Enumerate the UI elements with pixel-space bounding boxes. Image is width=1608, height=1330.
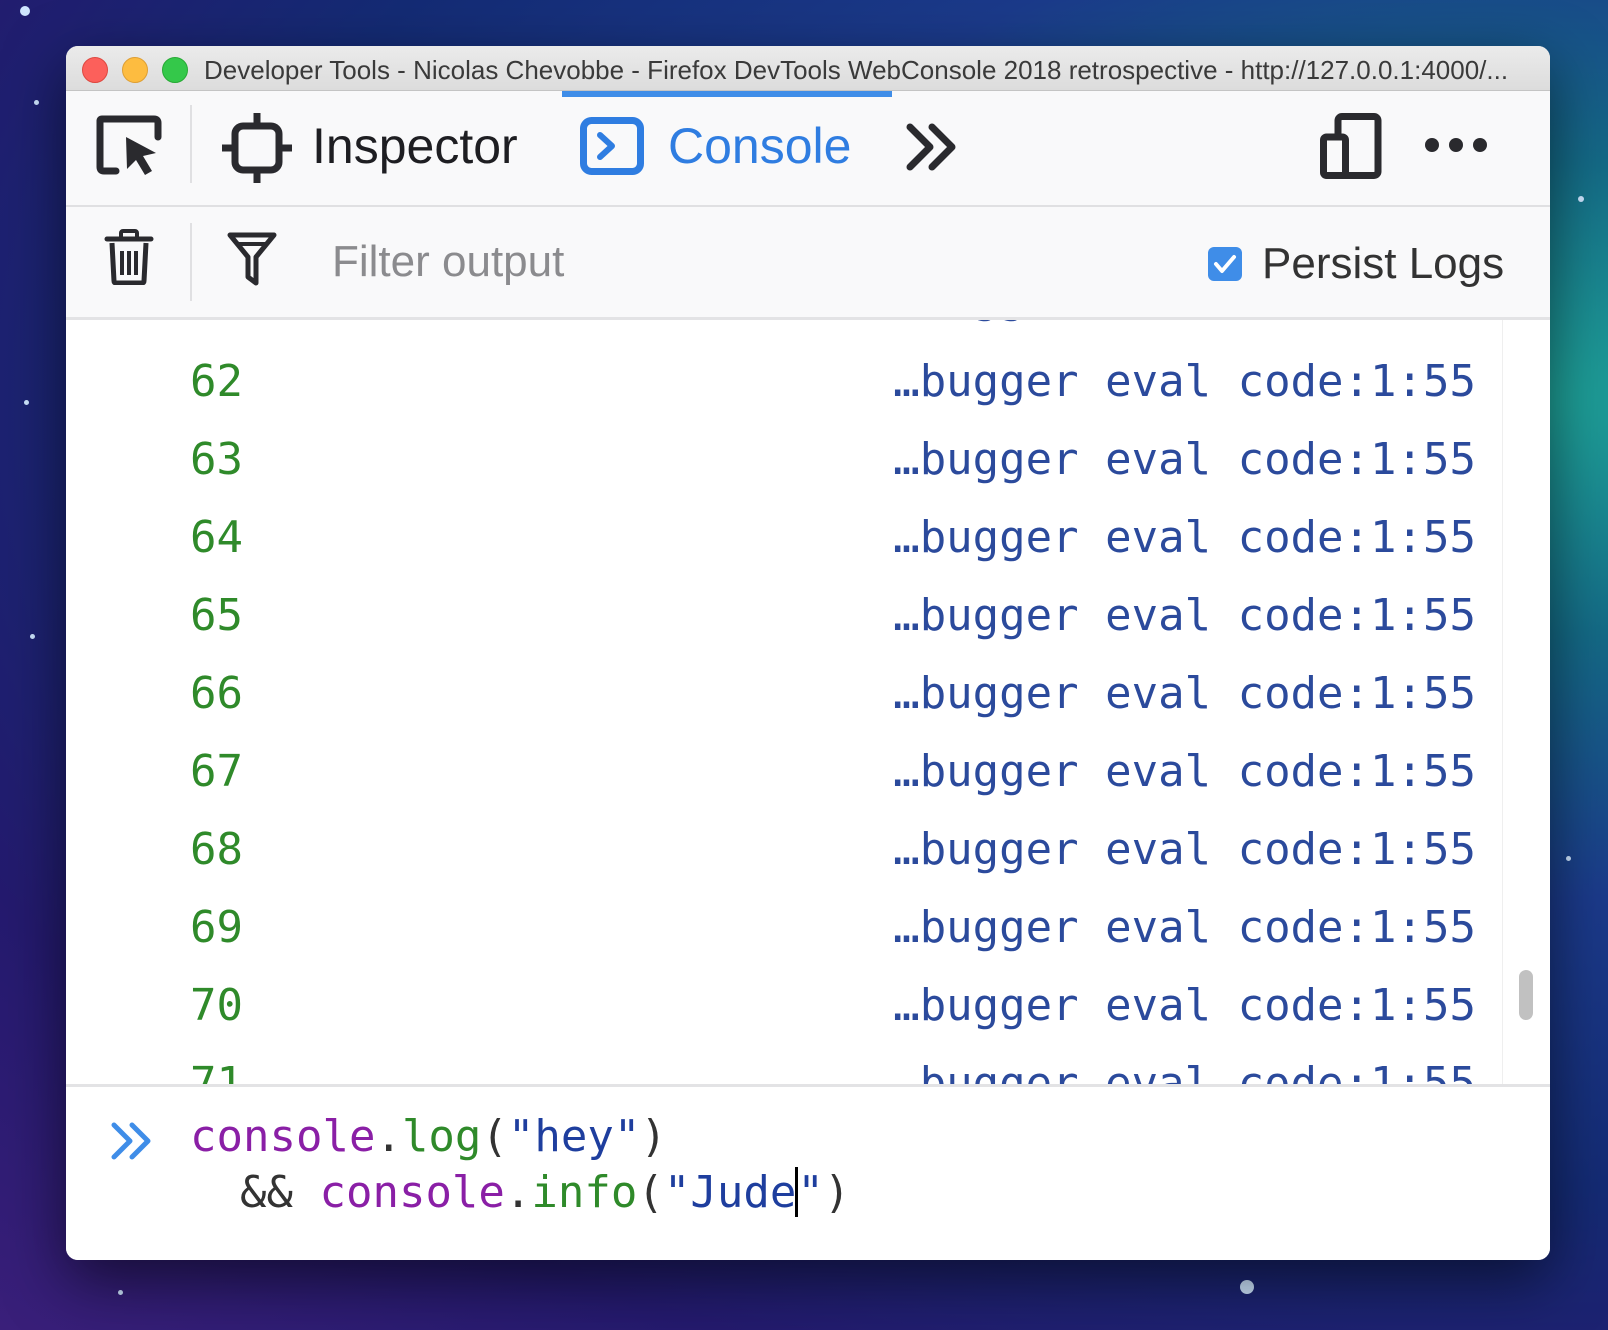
message-source-link[interactable]: …bugger eval code:1:55 [893,1058,1476,1084]
message-value: 63 [190,434,243,485]
console-filter-bar: Persist Logs [66,207,1550,320]
input-code-line: console.log("hey") [190,1111,667,1162]
message-value: 62 [190,356,243,407]
console-message: 62 …bugger eval code:1:55 [66,350,1502,428]
code-token: "Jude [663,1167,797,1218]
message-value: 68 [190,824,243,875]
toolbar-separator [190,105,192,183]
console-message: …bugger eval code:1:55 [66,320,1502,344]
console-message: 65 …bugger eval code:1:55 [66,584,1502,662]
message-value: 71 [190,1058,243,1084]
code-token: ) [640,1111,667,1162]
code-token: && [240,1167,320,1218]
message-value: 66 [190,668,243,719]
console-output: …bugger eval code:1:55 62 …bugger eval c… [66,320,1502,1084]
filter-output-input[interactable] [330,229,1094,295]
window-title: Developer Tools - Nicolas Chevobbe - Fir… [204,55,1509,85]
devtools-window: Developer Tools - Nicolas Chevobbe - Fir… [66,46,1550,1260]
message-source-link[interactable]: …bugger eval code:1:55 [893,356,1476,407]
code-token: console [319,1167,505,1218]
code-token: ( [481,1111,508,1162]
inspector-icon [222,113,292,188]
persist-logs-checkbox[interactable] [1208,247,1242,281]
minimize-window-button[interactable] [122,57,148,83]
message-source-link[interactable]: …bugger eval code:1:55 [893,320,1476,323]
console-input[interactable]: console.log("hey") && console.info("Jude… [66,1084,1550,1260]
message-source-link[interactable]: …bugger eval code:1:55 [893,980,1476,1031]
console-message: 71 …bugger eval code:1:55 [66,1052,1502,1084]
checkmark-icon [1214,255,1236,273]
selected-tab-indicator [562,91,892,97]
input-code-line: && console.info("Jude") [240,1167,850,1218]
console-message: 68 …bugger eval code:1:55 [66,818,1502,896]
code-token: "hey" [507,1111,641,1162]
message-value: 70 [190,980,243,1031]
tab-console-label: Console [668,118,852,174]
message-source-link[interactable]: …bugger eval code:1:55 [893,434,1476,485]
console-scrollbar[interactable] [1502,320,1550,1084]
console-message: 64 …bugger eval code:1:55 [66,506,1502,584]
filter-separator [190,223,192,301]
code-token: info [531,1167,638,1218]
message-source-link[interactable]: …bugger eval code:1:55 [893,902,1476,953]
message-value: 69 [190,902,243,953]
close-window-button[interactable] [82,57,108,83]
console-message: 70 …bugger eval code:1:55 [66,974,1502,1052]
code-token: log [401,1111,482,1162]
console-message: 66 …bugger eval code:1:55 [66,662,1502,740]
code-token: ) [823,1167,851,1218]
message-source-link[interactable]: …bugger eval code:1:55 [893,668,1476,719]
code-token: console [190,1111,376,1162]
devtools-toolbar: Inspector Console [66,91,1550,207]
persist-logs-label[interactable]: Persist Logs [1262,239,1504,289]
message-value: 64 [190,512,243,563]
code-token: " [797,1167,824,1218]
meatball-menu-icon[interactable] [1424,135,1488,160]
message-source-link[interactable]: …bugger eval code:1:55 [893,824,1476,875]
prompt-chevron-icon [110,1121,156,1165]
scrollbar-thumb[interactable] [1519,970,1533,1020]
tab-inspector-label: Inspector [312,118,518,174]
responsive-design-icon[interactable] [1320,113,1382,184]
console-icon [580,117,644,180]
console-message: 69 …bugger eval code:1:55 [66,896,1502,974]
message-value: 67 [190,746,243,797]
console-message: 67 …bugger eval code:1:55 [66,740,1502,818]
console-message: 63 …bugger eval code:1:55 [66,428,1502,506]
message-value: 65 [190,590,243,641]
zoom-window-button[interactable] [162,57,188,83]
message-source-link[interactable]: …bugger eval code:1:55 [893,746,1476,797]
double-chevron-icon[interactable] [904,121,960,178]
filter-icon[interactable] [226,231,278,292]
code-token: . [504,1167,532,1218]
title-bar: Developer Tools - Nicolas Chevobbe - Fir… [66,46,1550,91]
code-token: ( [637,1167,664,1218]
trash-icon[interactable] [104,229,154,290]
message-source-link[interactable]: …bugger eval code:1:55 [893,590,1476,641]
element-picker-icon[interactable] [96,113,166,182]
message-source-link[interactable]: …bugger eval code:1:55 [893,512,1476,563]
code-token: . [375,1111,402,1162]
